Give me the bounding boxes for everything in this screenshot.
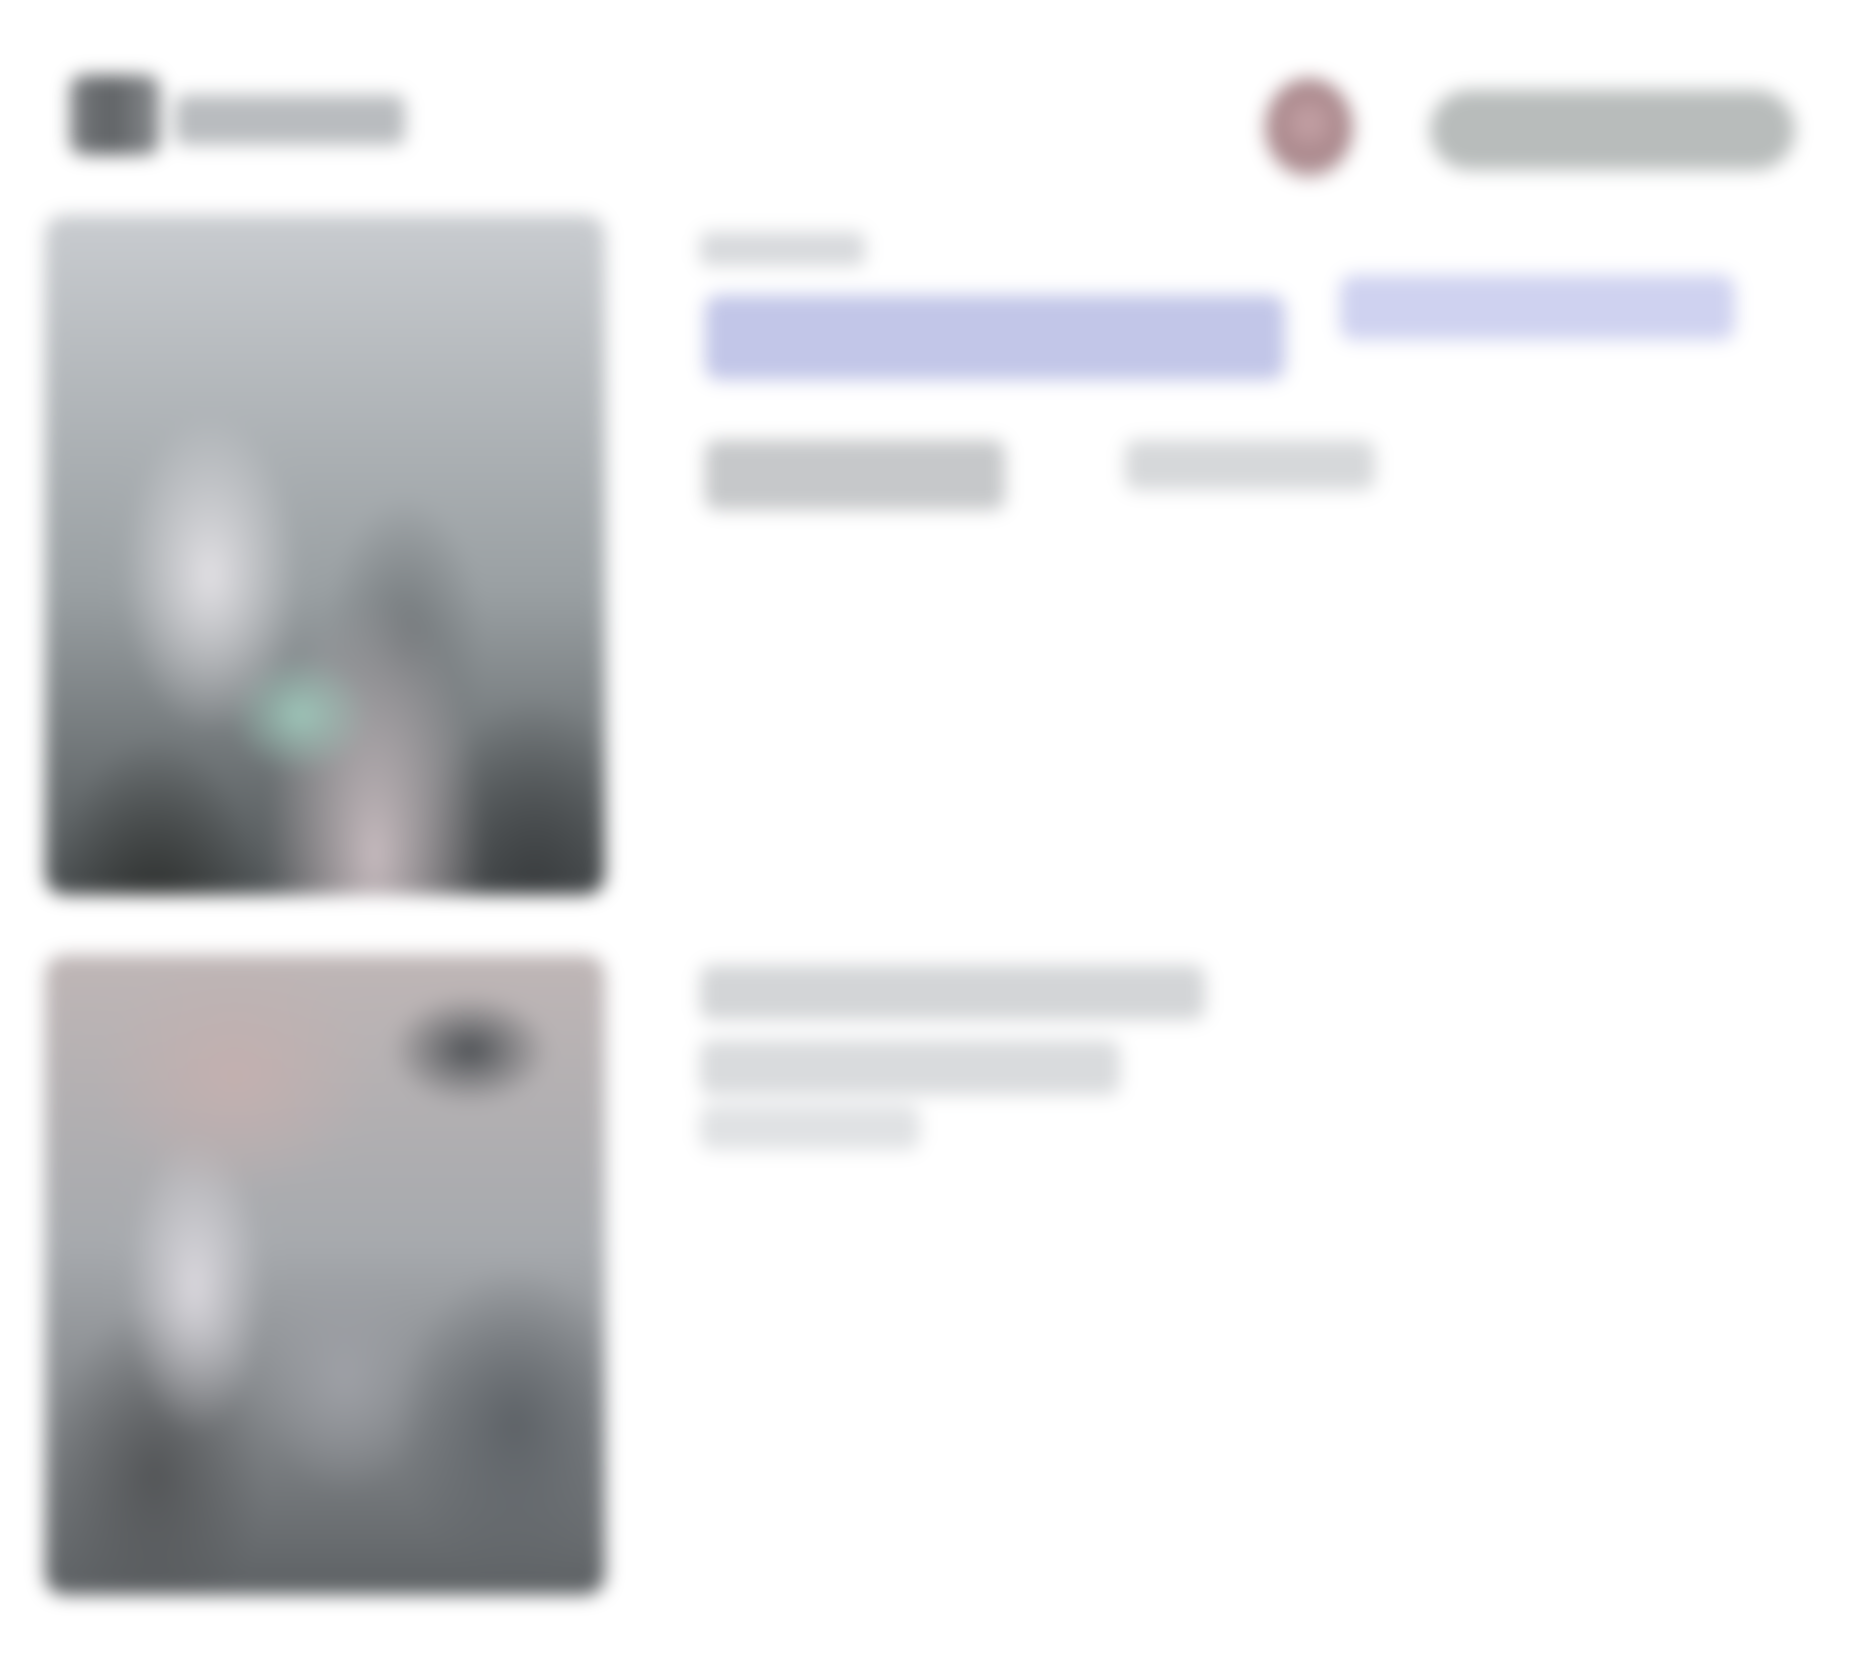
post-text-line-1 xyxy=(700,965,1205,1020)
post-author-1[interactable] xyxy=(705,440,1005,510)
post-thumbnail-1[interactable] xyxy=(45,215,605,895)
page-root xyxy=(0,0,1850,1675)
site-logo-text[interactable] xyxy=(175,95,405,145)
post-meta-1 xyxy=(700,232,865,266)
post-text-line-2 xyxy=(700,1040,1120,1095)
post-text-line-3 xyxy=(700,1105,920,1150)
post-title-link-1[interactable] xyxy=(705,295,1285,380)
post-thumbnail-2[interactable] xyxy=(45,955,605,1595)
post-title-link-1-continued[interactable] xyxy=(1340,275,1735,340)
user-avatar-icon[interactable] xyxy=(1265,78,1353,178)
post-timestamp-1 xyxy=(1125,440,1375,490)
site-logo-icon[interactable] xyxy=(70,75,160,155)
header-action-button[interactable] xyxy=(1430,90,1795,170)
